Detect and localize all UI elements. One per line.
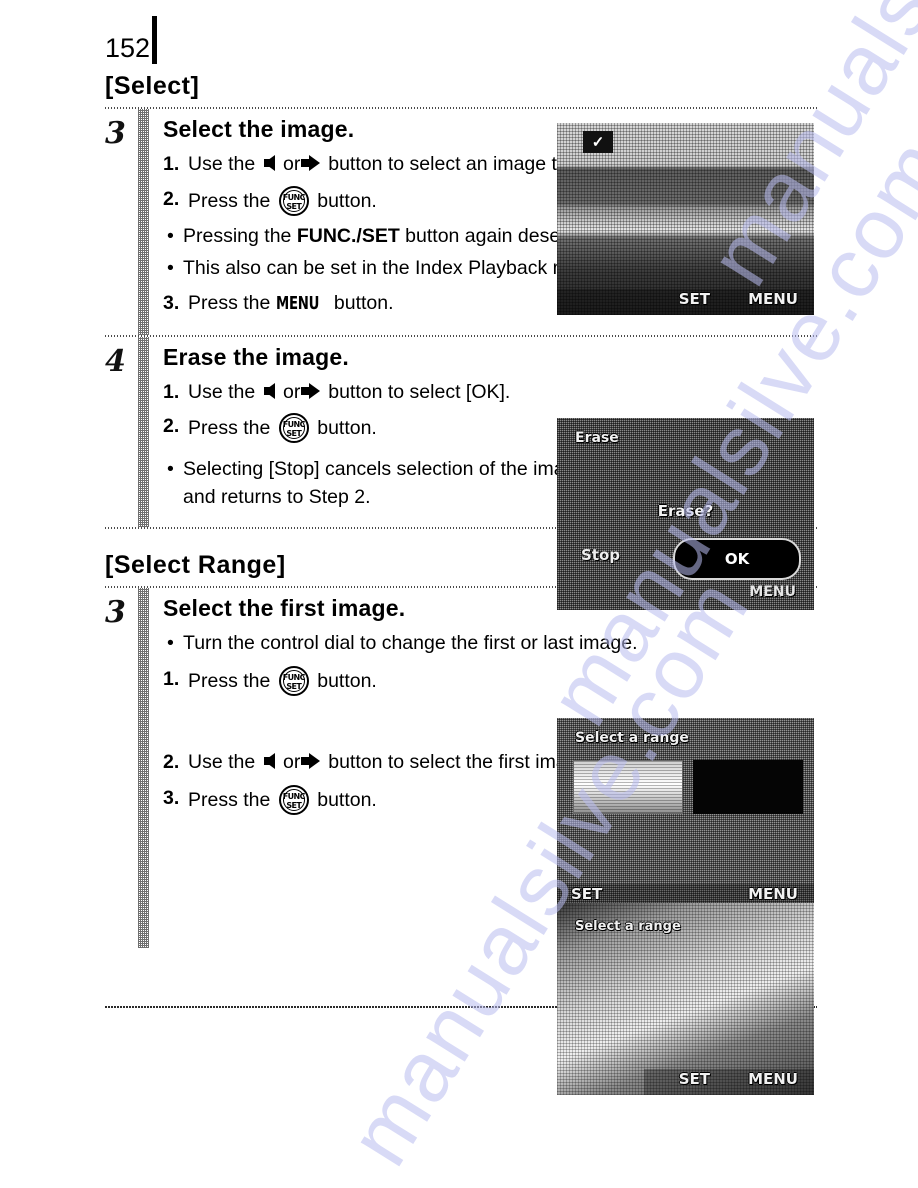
bullet-icon: • [167,257,174,280]
func-set-icon: FUNC SET [278,185,309,216]
func-set-icon: FUNC SET [278,665,309,696]
screen-hint-menu: MENU [748,290,798,308]
step-number: 3 [105,116,126,151]
bullet-icon: • [167,631,174,654]
bullet-icon: • [167,458,174,481]
dialog-prompt: Erase? [657,502,714,520]
list-item: 1. Use the or button to select [OK]. [163,379,817,407]
screen-hint-menu: MENU [748,1070,798,1088]
item-conjunction: or [283,750,301,773]
screen-title: Erase [575,430,619,446]
func-set-icon: FUNC SET [278,785,309,816]
item-text-suffix: button. [317,789,377,812]
right-arrow-icon [300,155,320,171]
thumbnail[interactable] [573,760,683,814]
item-marker: 1. [163,667,180,690]
bullet-icon: • [167,224,174,247]
item-marker: 1. [163,153,180,175]
item-text-suffix: button. [317,417,377,440]
list-item: 1. Press the FUNC SET button. [163,665,817,696]
item-text: Turn the control dial to change the firs… [183,631,638,654]
screen-hint-set: SET [678,1070,710,1088]
item-text-suffix: button to select [OK]. [328,380,511,403]
left-arrow-icon [263,382,275,399]
item-marker: 1. [163,380,180,403]
item-marker: 2. [163,187,180,210]
item-text-suffix: button. [317,189,377,212]
left-arrow-icon [263,155,275,171]
camera-screen-select-first: Select a range SET MENU [557,718,814,910]
item-marker: 3. [163,787,180,810]
item-conjunction: or [283,153,301,175]
item-text-prefix: Use the [188,153,256,175]
bullet-list: • Turn the control dial to change the fi… [163,630,817,658]
item-text-prefix: Press the [188,189,271,212]
item-text-suffix: button. [333,292,394,315]
func-set-icon-bottom: SET [286,681,302,691]
page-number: 152 [105,33,151,63]
step-number: 3 [105,594,126,630]
item-conjunction: or [283,380,301,403]
screen-hint-set: SET [678,290,710,308]
item-marker: 2. [163,415,180,438]
left-arrow-icon [263,752,275,769]
right-arrow-icon [300,382,320,399]
camera-screen-first-image: Select a range SET MENU [557,903,814,1095]
dialog-ok-button[interactable]: OK [675,540,799,578]
camera-screen-erase-confirm: Erase Erase? Stop OK MENU [557,418,814,610]
step-rule [138,109,149,335]
thumbnail-strip [573,760,803,814]
dialog-stop-option[interactable]: Stop [581,546,620,564]
item-text-prefix: Press the [188,417,271,440]
item-text-prefix: Press the [188,292,271,315]
item-text: This also can be set in the Index Playba… [183,257,607,280]
func-set-icon-top: FUNC [282,420,306,430]
func-set-icon-bottom: SET [286,201,302,211]
func-set-icon-top: FUNC [282,192,306,202]
thumbnail-selected[interactable] [693,760,803,814]
step-rule [138,587,149,948]
item-marker: 2. [163,750,180,773]
screen-background [557,718,814,910]
page-header: 152 [105,8,158,64]
screen-title: Select a range [575,730,689,746]
item-text-suffix: button. [317,669,377,692]
menu-keyword: MENU [275,293,320,315]
item-text-prefix: Use the [188,380,256,403]
screen-hint-menu: MENU [749,584,796,600]
right-arrow-icon [300,752,320,769]
step-rule [138,336,149,527]
func-set-icon-bottom: SET [286,801,302,811]
header-rule [152,16,158,64]
func-set-icon-top: FUNC [282,672,306,682]
step-heading: Erase the image. [163,343,350,370]
step-item-list: 1. Press the FUNC SET button. [163,665,817,696]
step-number: 4 [105,343,126,379]
item-text-prefix: Press the [188,669,271,692]
item-text-prefix: Pressing the [183,224,292,247]
item-text-bold: FUNC./SET [296,224,400,247]
list-item: • Turn the control dial to change the fi… [163,630,817,658]
section-title-select: [Select] [105,72,200,100]
camera-screen-select-image: ✓ SET MENU [557,123,814,315]
item-marker: 3. [163,292,180,315]
item-text-prefix: Press the [188,789,271,812]
screen-hint-menu: MENU [748,885,798,903]
item-text-prefix: Use the [188,750,256,773]
func-set-icon: FUNC SET [278,413,309,444]
screen-title: Select a range [575,919,681,934]
func-set-icon-top: FUNC [282,792,306,802]
screen-hint-set: SET [571,885,603,903]
func-set-icon-bottom: SET [286,429,302,439]
check-badge-icon: ✓ [583,131,613,153]
